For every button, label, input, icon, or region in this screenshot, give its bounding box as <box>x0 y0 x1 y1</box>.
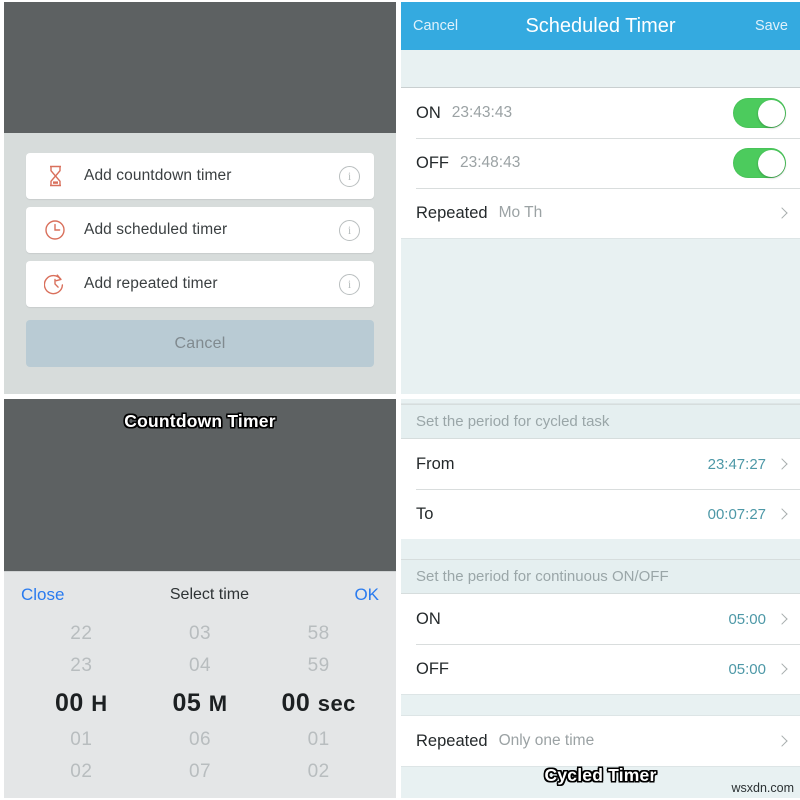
wheel-value: 23 <box>70 655 93 676</box>
from-row[interactable]: From 23:47:27 <box>401 439 800 489</box>
schedule-off-row[interactable]: OFF 23:48:43 <box>401 138 800 188</box>
minutes-selected-value: 05 M <box>172 689 228 717</box>
add-countdown-timer-option[interactable]: Add countdown timer i <box>26 153 374 199</box>
schedule-on-row[interactable]: ON 23:43:43 <box>401 88 800 138</box>
picker-toolbar: Close Select time OK <box>4 572 396 618</box>
countdown-timer-caption: Countdown Timer <box>124 411 276 431</box>
time-picker-wheels: 22 23 00 H 01 02 03 04 05 M 06 07 58 59 … <box>4 618 396 790</box>
wheel-value: 58 <box>307 623 330 644</box>
ok-button[interactable]: OK <box>354 585 379 605</box>
row-key: OFF <box>416 153 449 172</box>
section-header-continuous-onoff: Set the period for continuous ON/OFF <box>401 559 800 594</box>
wheel-value: 02 <box>70 761 93 782</box>
on-duration-value: 05:00 <box>728 610 766 628</box>
row-key: Repeated <box>416 731 488 750</box>
row-key: ON <box>416 609 441 628</box>
hours-selected-value: 00 H <box>55 689 108 717</box>
chevron-right-icon <box>777 507 786 522</box>
wheel-value: 03 <box>188 623 212 644</box>
option-label: Add scheduled timer <box>84 221 228 238</box>
from-value: 23:47:27 <box>707 455 766 473</box>
continuous-on-row[interactable]: ON 05:00 <box>401 594 800 644</box>
seconds-selected-value: 00 sec <box>281 689 356 717</box>
option-label: Add countdown timer <box>84 167 232 184</box>
on-toggle-switch[interactable] <box>733 98 786 128</box>
top-filler-band <box>401 50 800 88</box>
cycled-repeated-list: Repeated Only one time <box>401 716 800 766</box>
picker-title: Select time <box>169 586 250 603</box>
cancel-button[interactable]: Cancel <box>26 320 374 367</box>
bottom-filler-band <box>401 238 800 394</box>
continuous-onoff-list: ON 05:00 OFF 05:00 <box>401 594 800 694</box>
clock-icon <box>42 217 68 243</box>
option-label: Add repeated timer <box>84 275 218 292</box>
off-toggle-switch[interactable] <box>733 148 786 178</box>
dimmed-app-backdrop <box>4 2 396 133</box>
panel-scheduled-timer: Cancel Scheduled Timer Save ON 23:43:43 … <box>401 2 800 394</box>
add-repeated-timer-option[interactable]: Add repeated timer i <box>26 261 374 307</box>
repeated-days: Mo Th <box>498 204 543 221</box>
cycled-repeated-row[interactable]: Repeated Only one time <box>401 716 800 766</box>
time-picker-sheet: Close Select time OK 22 23 00 H 01 02 03… <box>4 571 396 798</box>
chevron-right-icon <box>777 457 786 472</box>
scheduled-timer-header: Cancel Scheduled Timer Save <box>401 2 800 50</box>
row-time: 23:43:43 <box>451 104 513 121</box>
cancel-button[interactable]: Cancel <box>413 18 458 34</box>
to-row[interactable]: To 00:07:27 <box>401 489 800 539</box>
wheel-value: 22 <box>70 623 93 644</box>
seconds-wheel[interactable]: 58 59 00 sec 01 02 <box>259 618 378 790</box>
row-key: From <box>416 454 455 473</box>
toggle-knob <box>757 99 785 127</box>
screenshot-root: Add countdown timer i Add scheduled time… <box>0 0 800 800</box>
wheel-value: 07 <box>188 761 212 782</box>
wheel-value: 06 <box>188 729 212 750</box>
info-icon[interactable]: i <box>339 219 360 241</box>
to-value: 00:07:27 <box>707 505 766 523</box>
watermark: wsxdn.com <box>731 781 794 795</box>
wheel-value: 01 <box>307 729 330 750</box>
continuous-off-row[interactable]: OFF 05:00 <box>401 644 800 694</box>
page-title: Scheduled Timer <box>525 14 676 37</box>
row-time: 23:48:43 <box>460 154 521 171</box>
row-key: Repeated <box>416 203 488 222</box>
wheel-value: 04 <box>188 655 212 676</box>
gap-band <box>401 694 800 716</box>
row-key: To <box>416 504 434 523</box>
toggle-knob <box>757 149 785 177</box>
panel-countdown-timer: Countdown Timer Close Select time OK 22 … <box>4 399 396 798</box>
info-icon[interactable]: i <box>339 273 360 295</box>
on-off-list: ON 23:43:43 OFF 23:48:43 Repeated Mo Th <box>401 88 800 238</box>
wheel-value: 01 <box>70 729 93 750</box>
action-sheet: Add countdown timer i Add scheduled time… <box>4 133 396 394</box>
row-key: ON <box>416 103 441 122</box>
row-key: OFF <box>416 659 449 678</box>
hourglass-icon <box>42 163 68 189</box>
cycled-period-list: From 23:47:27 To 00:07:27 <box>401 439 800 539</box>
repeat-clock-icon <box>42 271 68 297</box>
section-header-cycled-task: Set the period for cycled task <box>401 404 800 439</box>
close-button[interactable]: Close <box>21 585 64 605</box>
repeated-value: Only one time <box>498 732 595 749</box>
off-duration-value: 05:00 <box>728 660 766 678</box>
minutes-wheel[interactable]: 03 04 05 M 06 07 <box>141 618 260 790</box>
chevron-right-icon <box>777 206 786 221</box>
chevron-right-icon <box>777 662 786 677</box>
gap-band <box>401 539 800 559</box>
info-icon[interactable]: i <box>339 165 360 187</box>
schedule-repeated-row[interactable]: Repeated Mo Th <box>401 188 800 238</box>
save-button[interactable]: Save <box>755 18 788 34</box>
wheel-value: 59 <box>307 655 330 676</box>
wheel-value: 02 <box>307 761 330 782</box>
panel-action-sheet: Add countdown timer i Add scheduled time… <box>4 2 396 394</box>
hours-wheel[interactable]: 22 23 00 H 01 02 <box>22 618 141 790</box>
add-scheduled-timer-option[interactable]: Add scheduled timer i <box>26 207 374 253</box>
chevron-right-icon <box>777 734 786 749</box>
panel-cycled-timer: Set the period for cycled task From 23:4… <box>401 399 800 798</box>
chevron-right-icon <box>777 612 786 627</box>
